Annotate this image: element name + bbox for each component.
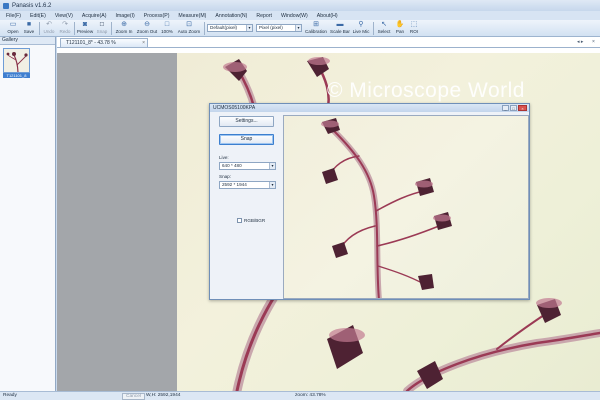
preview-drawing xyxy=(321,118,452,298)
scale-bar-icon: ▬ xyxy=(336,21,344,28)
preview-button[interactable]: ◙ Preview xyxy=(76,20,94,37)
zoom-in-icon: ⊕ xyxy=(121,21,127,28)
redo-icon: ↷ xyxy=(62,21,68,28)
tab-scroll-icon[interactable]: ◂ ▸ xyxy=(577,39,583,45)
watermark-text: © Microscope World xyxy=(327,79,525,102)
menu-view[interactable]: View(V) xyxy=(55,13,73,19)
minimize-icon[interactable]: _ xyxy=(502,105,509,111)
toolbar-separator xyxy=(74,22,75,35)
menu-bar: File(F) Edit(E) View(V) Acquire(A) Image… xyxy=(0,11,600,20)
window-title: Panasis v1.6.2 xyxy=(12,2,52,9)
snap-resolution-select[interactable]: 2592 * 1944 ▾ xyxy=(219,181,276,189)
undo-icon: ↶ xyxy=(46,21,52,28)
actual-size-icon: □ xyxy=(164,21,170,28)
save-button[interactable]: ■ Save xyxy=(22,20,36,37)
document-tab[interactable]: T121101_8* - 43.78 % × xyxy=(60,38,148,47)
open-button[interactable]: ▭ Open xyxy=(6,20,20,37)
zoom-in-button[interactable]: ⊕ Zoom In xyxy=(114,20,134,37)
roi-tool-button[interactable]: ⬚ ROI xyxy=(408,20,420,37)
fit-window-icon: ⊡ xyxy=(186,21,192,28)
live-resolution-select[interactable]: 640 * 480 ▾ xyxy=(219,162,276,170)
snap-button[interactable]: ◘ Snap xyxy=(96,20,108,37)
dialog-title: UCMOS05100KPA xyxy=(210,104,529,112)
live-mic-button[interactable]: ⚲ Live Mic xyxy=(352,20,370,37)
redo-button[interactable]: ↷ Redo xyxy=(58,20,72,37)
calibration-icon: ⊞ xyxy=(313,21,319,28)
zoom-out-icon: ⊖ xyxy=(144,21,150,28)
zoom-out-button[interactable]: ⊖ Zoom Out xyxy=(136,20,158,37)
camera-preview-icon: ◙ xyxy=(82,21,88,28)
unit-select[interactable]: Default(pixel) ▾ xyxy=(207,24,253,32)
menu-process[interactable]: Process(P) xyxy=(144,13,170,19)
auto-zoom-button[interactable]: ⊡ Auto Zoom xyxy=(176,20,202,37)
settings-button[interactable]: Settings... xyxy=(219,116,274,127)
close-icon[interactable]: × xyxy=(518,105,527,111)
roi-icon: ⬚ xyxy=(410,21,418,28)
menu-file[interactable]: File(F) xyxy=(6,13,21,19)
gallery-thumbnail[interactable] xyxy=(3,48,30,73)
undo-button[interactable]: ↶ Undo xyxy=(42,20,56,37)
scale-bar-button[interactable]: ▬ Scale Bar xyxy=(330,20,350,37)
document-area: T121101_8* - 43.78 % × ◂ ▸ × © Microscop… xyxy=(57,37,600,391)
status-cancel-button[interactable]: Cancel xyxy=(122,393,145,400)
pixel-unit-select[interactable]: Pixel (pixel) ▾ xyxy=(256,24,302,32)
chevron-down-icon: ▾ xyxy=(269,182,275,188)
status-bar: Ready Cancel W,H: 2592,1944 zoom: 43.78% xyxy=(0,391,600,400)
menu-edit[interactable]: Edit(E) xyxy=(30,13,46,19)
thumbnail-image xyxy=(6,52,28,72)
tab-divider xyxy=(57,47,600,48)
pointer-icon: ↖ xyxy=(381,21,387,28)
camera-dialog: UCMOS05100KPA _ □ × Settings... Snap Liv… xyxy=(209,103,530,300)
toolbar-separator xyxy=(204,22,205,35)
calibration-button[interactable]: ⊞ Calibration xyxy=(304,20,328,37)
toolbar-separator xyxy=(39,22,40,35)
gallery-header: Gallery xyxy=(0,37,55,45)
save-icon: ■ xyxy=(26,21,32,28)
status-ready: Ready xyxy=(3,393,17,398)
rgb-bgr-checkbox[interactable]: RGB/BGR xyxy=(237,218,265,223)
maximize-icon[interactable]: □ xyxy=(510,105,517,111)
close-tab-icon[interactable]: × xyxy=(142,39,145,47)
image-canvas[interactable]: © Microscope World UCMOS05100KPA _ □ × S… xyxy=(57,53,600,391)
menu-acquire[interactable]: Acquire(A) xyxy=(82,13,107,19)
chevron-down-icon: ▾ xyxy=(246,25,252,31)
toolbar: ▭ Open ■ Save ↶ Undo ↷ Redo ◙ Preview ◘ … xyxy=(0,20,600,37)
microscope-icon: ⚲ xyxy=(358,21,364,28)
pan-tool-button[interactable]: ✋ Pan xyxy=(394,20,406,37)
snap-resolution-label: Snap: xyxy=(219,174,232,179)
toolbar-separator xyxy=(111,22,112,35)
camera-icon: ◘ xyxy=(99,21,105,28)
zoom-100-button[interactable]: □ 100% xyxy=(160,20,174,37)
folder-icon: ▭ xyxy=(9,21,17,28)
zoom-level: zoom: 43.78% xyxy=(295,393,326,398)
hand-icon: ✋ xyxy=(395,21,405,28)
dialog-snap-button[interactable]: Snap xyxy=(219,134,274,145)
live-resolution-label: Live: xyxy=(219,155,229,160)
select-tool-button[interactable]: ↖ Select xyxy=(376,20,392,37)
toolbar-separator xyxy=(373,22,374,35)
gallery-panel: Gallery T121101_8 xyxy=(0,37,56,391)
thumbnail-label: T121101_8 xyxy=(3,73,30,78)
checkbox-box xyxy=(237,218,242,223)
chevron-down-icon: ▾ xyxy=(269,163,275,169)
title-bar: Panasis v1.6.2 xyxy=(0,0,600,11)
chevron-down-icon: ▾ xyxy=(295,25,301,31)
menu-image[interactable]: Image(I) xyxy=(115,13,134,19)
menu-window[interactable]: Window(W) xyxy=(281,13,308,19)
canvas-background xyxy=(57,53,177,391)
menu-annotation[interactable]: Annotation(N) xyxy=(215,13,247,19)
menu-about[interactable]: About(H) xyxy=(317,13,338,19)
close-document-icon[interactable]: × xyxy=(592,39,595,45)
menu-report[interactable]: Report xyxy=(256,13,272,19)
app-icon xyxy=(3,2,9,9)
menu-measure[interactable]: Measure(M) xyxy=(178,13,206,19)
image-dimensions: W,H: 2592,1944 xyxy=(146,393,181,398)
live-preview xyxy=(283,115,529,299)
